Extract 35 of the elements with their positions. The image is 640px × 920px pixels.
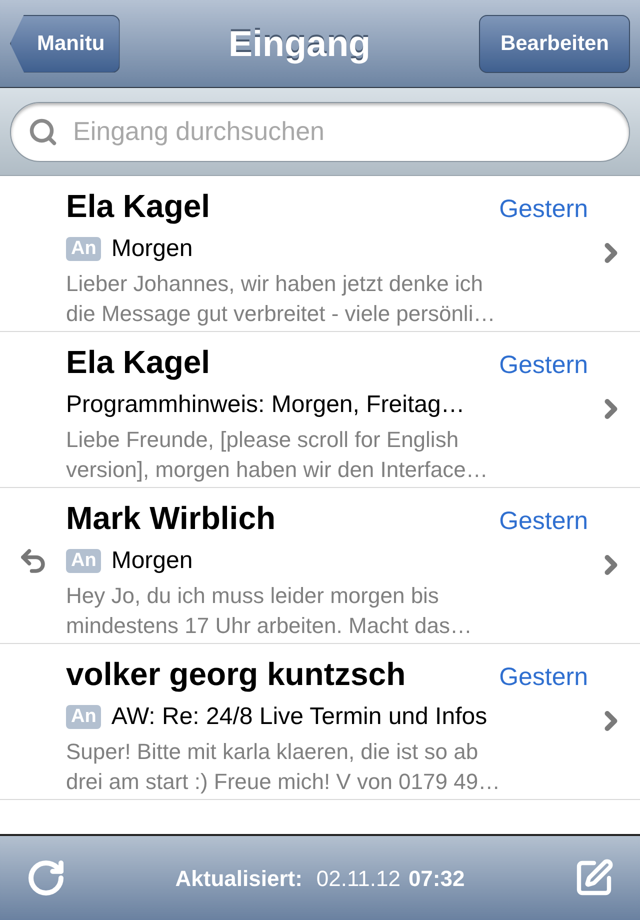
sender-name: Ela Kagel <box>66 187 210 226</box>
message-date: Gestern <box>499 506 588 537</box>
recipient-badge: An <box>66 237 102 261</box>
message-preview: Super! Bitte mit karla klaeren, die ist so ab <box>66 738 480 766</box>
message-preview: version], morgen haben wir den Interface… <box>66 456 489 484</box>
message-row[interactable]: volker georg kuntzsch Gestern An AW: Re: 24/8 Live Termin und Infos Super! Bitte mit karla klaeren, die ist so ab drei am start :) Freue mich! V von 0179 49… <box>0 644 640 800</box>
message-date: Gestern <box>499 350 588 381</box>
status-time: 07:32 <box>408 864 465 892</box>
message-row[interactable]: Ela Kagel Gestern An Morgen Lieber Johannes, wir haben jetzt denke ich die Message gut verbreitet - viele persönli… <box>0 176 640 332</box>
recipient-badge: An <box>66 705 102 729</box>
message-row[interactable]: Mark Wirblich Gestern An Morgen Hey Jo, du ich muss leider morgen bis mindestens 17 Uhr arbeiten. Macht das… <box>0 488 640 644</box>
recipient-badge: An <box>66 549 102 573</box>
message-preview: drei am start :) Freue mich! V von 0179 49… <box>66 768 502 796</box>
sender-name: Mark Wirblich <box>66 499 276 538</box>
message-subject: Morgen <box>111 546 193 576</box>
message-preview: die Message gut verbreitet - viele persönli… <box>66 300 496 328</box>
message-preview: Lieber Johannes, wir haben jetzt denke ich <box>66 270 484 298</box>
message-subject: AW: Re: 24/8 Live Termin und Infos <box>111 702 488 732</box>
back-button[interactable]: Manitu <box>10 14 120 72</box>
status-date: 02.11.12 <box>316 864 400 892</box>
sender-name: volker georg kuntzsch <box>66 655 406 694</box>
message-date: Gestern <box>499 662 588 693</box>
message-date: Gestern <box>499 194 588 225</box>
search-icon <box>28 116 58 146</box>
message-preview: Hey Jo, du ich muss leider morgen bis <box>66 582 440 610</box>
edit-button[interactable]: Bearbeiten <box>479 14 630 72</box>
window-title: Eingang <box>228 22 371 66</box>
message-subject: Morgen <box>111 234 193 264</box>
sender-name: Ela Kagel <box>66 343 210 382</box>
message-subject: Programmhinweis: Morgen, Freitag… <box>66 390 465 420</box>
message-preview: mindestens 17 Uhr arbeiten. Macht das… <box>66 612 473 640</box>
message-preview: Liebe Freunde, [please scroll for English <box>66 426 460 454</box>
search-field[interactable]: Eingang durchsuchen <box>10 102 630 162</box>
status-label: Aktualisiert: <box>175 864 302 892</box>
message-row[interactable]: Ela Kagel Gestern Programmhinweis: Morgen, Freitag… Liebe Freunde, [please scroll for English version], morgen haben wir den Interface… <box>0 332 640 488</box>
